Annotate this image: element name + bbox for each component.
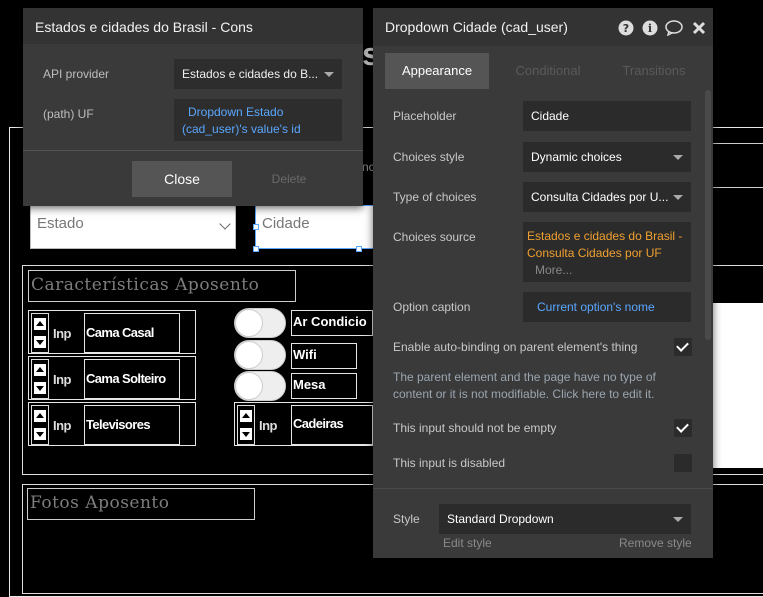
choices-style-label: Choices style	[393, 150, 465, 164]
dropdown-cidade-placeholder: Cidade	[262, 215, 310, 232]
choices-source-line2[interactable]: Consulta Cidades por UF	[527, 245, 687, 262]
stepper[interactable]	[31, 359, 49, 399]
auto-binding-note[interactable]: The parent element and the page have no …	[393, 369, 656, 403]
comment-icon[interactable]	[665, 20, 683, 36]
choices-style-dropdown[interactable]: Dynamic choices	[523, 142, 691, 172]
inspector-title: Dropdown Cidade (cad_user)	[385, 19, 568, 35]
auto-binding-note-line2: content or it is not modifiable. Click h…	[393, 387, 655, 401]
option-caption-field[interactable]: Current option's nome	[523, 292, 691, 322]
auto-binding-checkbox[interactable]	[674, 338, 692, 356]
style-value: Standard Dropdown	[447, 512, 554, 526]
close-icon[interactable]	[692, 20, 706, 36]
item-name: Cama Casal	[84, 313, 180, 353]
stepper-down-icon[interactable]	[34, 382, 46, 394]
caret-down-icon	[673, 195, 683, 200]
remove-style-link[interactable]: Remove style	[619, 536, 692, 550]
resize-handle[interactable]	[253, 224, 259, 230]
section-title-fotos: Fotos Aposento	[27, 488, 255, 520]
help-icon[interactable]: ?	[618, 20, 634, 36]
stepper[interactable]	[237, 405, 255, 445]
api-source-popup[interactable]: Estados e cidades do Brasil - Cons API p…	[23, 8, 363, 206]
stepper-down-icon[interactable]	[240, 428, 252, 440]
section-title-caracteristicas: Características Aposento	[28, 270, 296, 302]
stepper-down-icon[interactable]	[34, 428, 46, 440]
info-icon[interactable]: i	[642, 20, 658, 36]
option-caption-value[interactable]: Current option's nome	[537, 300, 655, 314]
stepper-down-icon[interactable]	[34, 336, 46, 348]
dropdown-cidade[interactable]: Cidade	[253, 205, 375, 252]
path-uf-value-line2[interactable]: (cad_user)'s value's id	[182, 121, 334, 138]
caret-down-icon	[673, 517, 683, 522]
input-label: Inp	[53, 372, 72, 387]
svg-text:i: i	[648, 22, 652, 35]
api-provider-label: API provider	[43, 67, 110, 81]
disabled-label: This input is disabled	[393, 456, 506, 470]
checkbox-label: Mesa	[291, 373, 357, 399]
stepper[interactable]	[31, 405, 49, 445]
style-label: Style	[393, 512, 420, 526]
stepper-up-icon[interactable]	[34, 318, 46, 330]
api-provider-dropdown[interactable]: Estados e cidades do B...	[174, 59, 342, 89]
type-of-choices-dropdown[interactable]: Consulta Cidades por U...	[523, 182, 691, 212]
input-label: Inp	[53, 418, 72, 433]
dropdown-estado[interactable]: Estado	[30, 205, 236, 249]
toggle-switch[interactable]	[234, 308, 286, 338]
tab-transitions[interactable]: Transitions	[599, 53, 709, 89]
tab-conditional[interactable]: Conditional	[498, 53, 598, 89]
input-label: Inp	[259, 418, 278, 433]
stepper-up-icon[interactable]	[34, 364, 46, 376]
style-dropdown[interactable]: Standard Dropdown	[439, 504, 691, 534]
item-name: Televisores	[84, 405, 180, 445]
item-name: Cama Solteiro	[84, 359, 180, 399]
checkbox-label: Ar Condicio	[291, 310, 373, 336]
choices-source-field[interactable]: Estados e cidades do Brasil - Consulta C…	[523, 222, 691, 282]
bg-element	[712, 143, 763, 188]
type-of-choices-label: Type of choices	[393, 190, 477, 204]
placeholder-input[interactable]: Cidade	[523, 101, 691, 131]
dropdown-estado-placeholder: Estado	[37, 215, 84, 232]
checkbox-label: Wifi	[291, 343, 357, 369]
item-name: Cadeiras	[291, 405, 373, 445]
option-caption-label: Option caption	[393, 300, 471, 314]
placeholder-label: Placeholder	[393, 109, 457, 123]
toggle-switch[interactable]	[234, 340, 286, 370]
divider	[373, 488, 713, 489]
not-empty-label: This input should not be empty	[393, 421, 557, 435]
bg-white-element	[712, 303, 763, 468]
resize-handle[interactable]	[253, 246, 259, 252]
edit-style-link[interactable]: Edit style	[443, 536, 492, 550]
resize-handle[interactable]	[356, 246, 362, 252]
stepper-up-icon[interactable]	[240, 410, 252, 422]
popup-title: Estados e cidades do Brasil - Cons	[35, 19, 253, 35]
path-uf-value-line1[interactable]: Dropdown Estado	[182, 104, 334, 121]
api-provider-value: Estados e cidades do B...	[182, 67, 319, 81]
scrollbar[interactable]	[705, 90, 711, 340]
chevron-down-icon	[219, 218, 231, 230]
choices-source-label: Choices source	[393, 230, 476, 244]
path-uf-label: (path) UF	[43, 107, 94, 121]
auto-binding-note-line1: The parent element and the page have no …	[393, 370, 656, 384]
path-uf-field[interactable]: Dropdown Estado (cad_user)'s value's id	[174, 99, 342, 141]
not-empty-checkbox[interactable]	[674, 419, 692, 437]
toggle-switch[interactable]	[234, 371, 286, 401]
caret-down-icon	[673, 155, 683, 160]
disabled-checkbox[interactable]	[674, 454, 692, 472]
close-button[interactable]: Close	[132, 161, 232, 197]
caret-down-icon	[324, 72, 334, 77]
tab-appearance[interactable]: Appearance	[385, 53, 489, 89]
choices-style-value: Dynamic choices	[531, 150, 622, 164]
svg-text:?: ?	[623, 22, 629, 35]
auto-binding-label: Enable auto-binding on parent element's …	[393, 340, 638, 354]
stepper-up-icon[interactable]	[34, 410, 46, 422]
type-of-choices-value: Consulta Cidades por U...	[531, 190, 669, 204]
property-inspector[interactable]: Dropdown Cidade (cad_user) ? i Appearanc…	[373, 8, 713, 558]
input-label: Inp	[53, 326, 72, 341]
divider	[23, 150, 363, 151]
stepper[interactable]	[31, 313, 49, 353]
more-link[interactable]: More...	[527, 262, 687, 279]
choices-source-line1[interactable]: Estados e cidades do Brasil -	[527, 228, 687, 245]
delete-button[interactable]: Delete	[259, 161, 319, 197]
